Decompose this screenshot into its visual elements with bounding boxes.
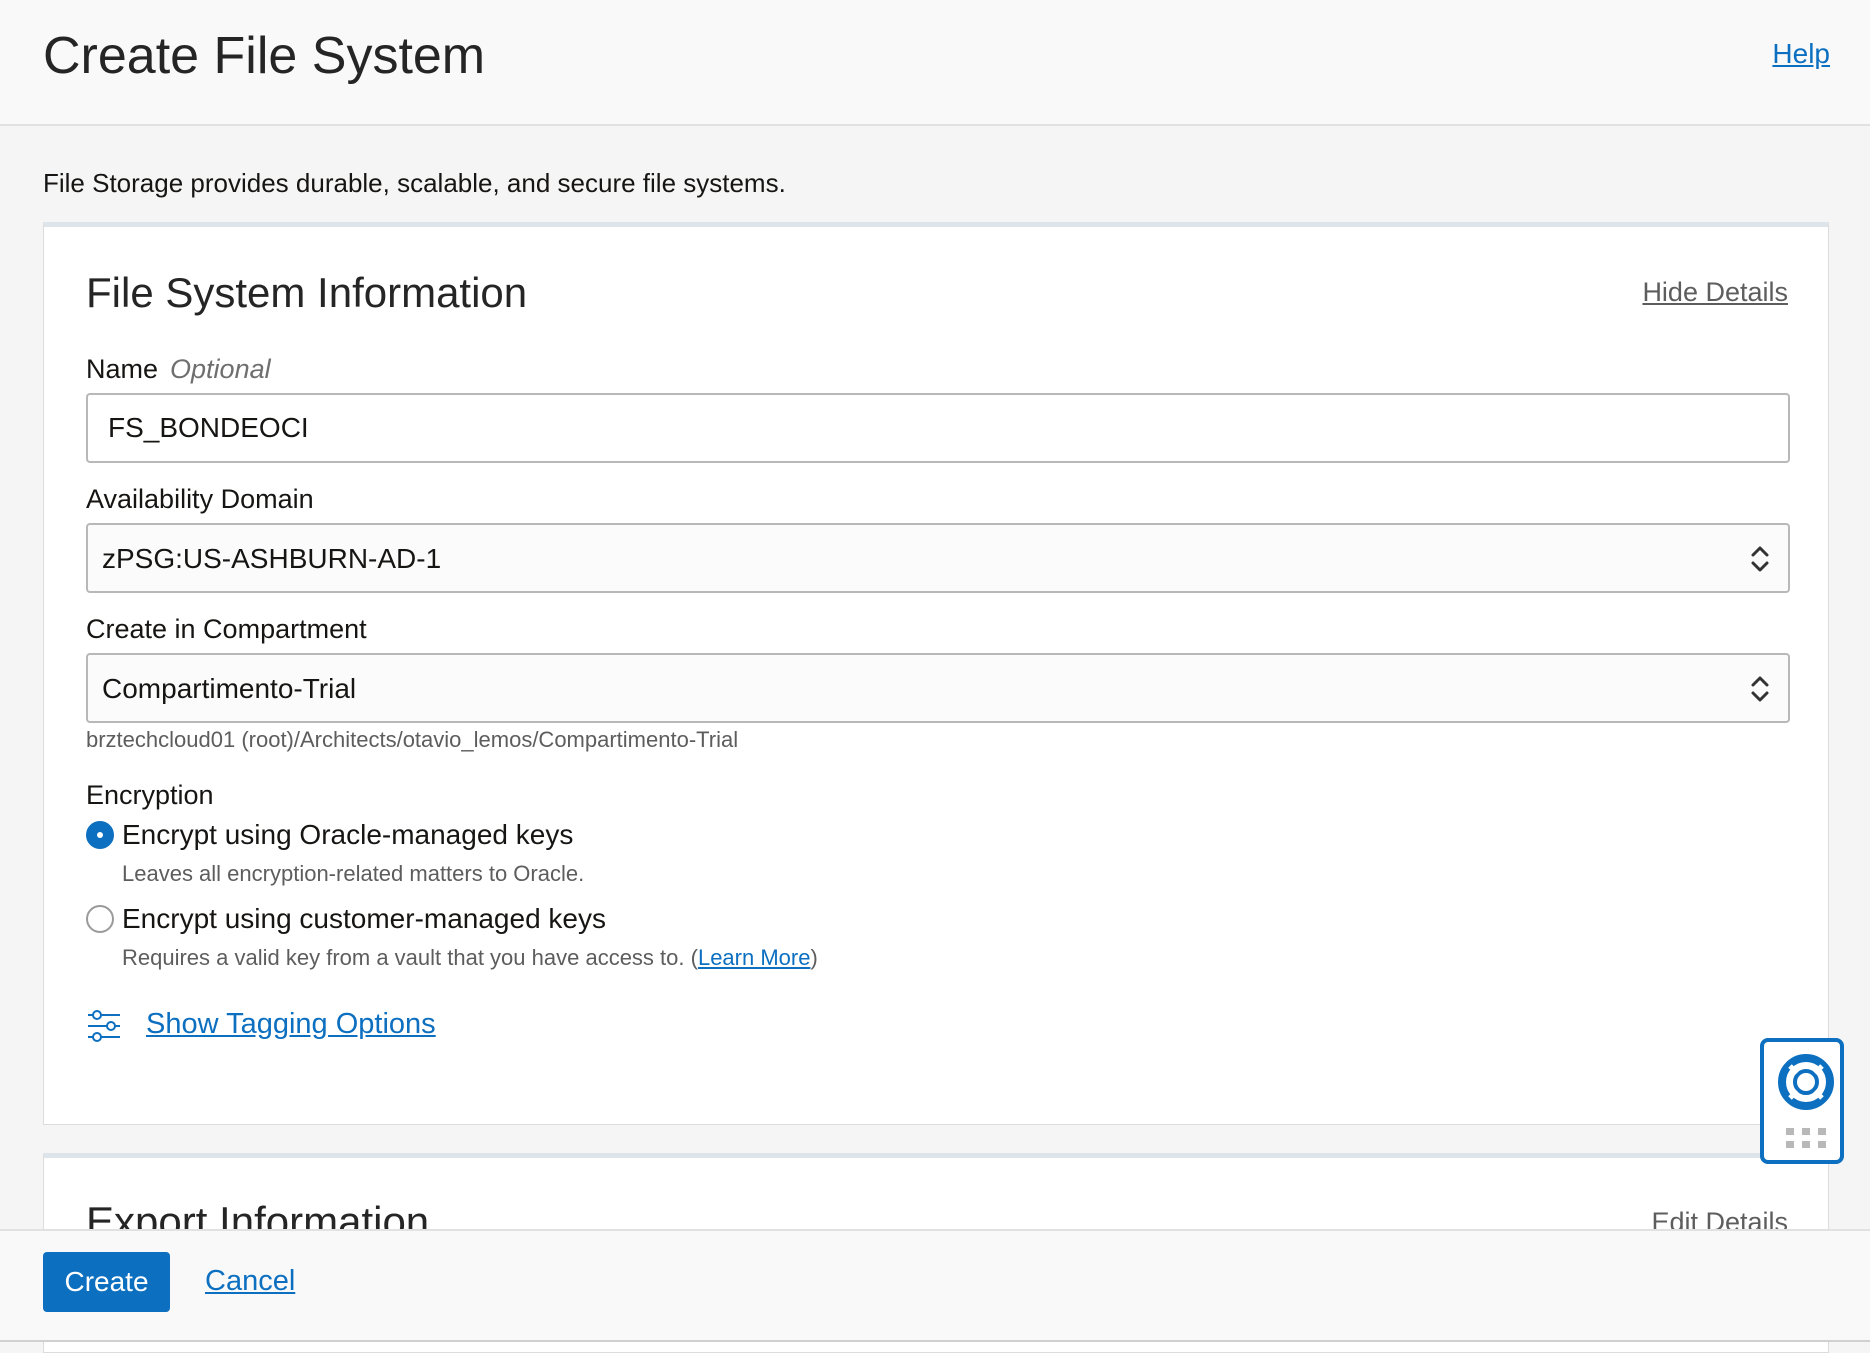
help-widget-button[interactable] bbox=[1760, 1038, 1844, 1164]
file-system-information-panel: File System Information Hide Details Nam… bbox=[43, 222, 1829, 1125]
radio-description-suffix: ) bbox=[810, 945, 818, 970]
cancel-link[interactable]: Cancel bbox=[205, 1265, 295, 1298]
radio-description-text: Requires a valid key from a vault that y… bbox=[122, 945, 698, 970]
compartment-label: Create in Compartment bbox=[86, 614, 367, 644]
learn-more-link[interactable]: Learn More bbox=[698, 945, 811, 970]
compartment-path: brztechcloud01 (root)/Architects/otavio_… bbox=[86, 727, 739, 752]
radio-description: Leaves all encryption-related matters to… bbox=[122, 861, 585, 886]
lifebuoy-icon bbox=[1778, 1054, 1834, 1110]
compartment-value: Compartimento-Trial bbox=[102, 673, 357, 704]
availability-domain-value: zPSG:US-ASHBURN-AD-1 bbox=[102, 543, 442, 574]
encryption-label: Encryption bbox=[86, 780, 214, 810]
footer-actions: Create Cancel bbox=[0, 1229, 1870, 1342]
updown-chevron-icon bbox=[1751, 676, 1769, 702]
help-link[interactable]: Help bbox=[1772, 38, 1830, 70]
name-label-text: Name bbox=[86, 354, 159, 384]
page-description: File Storage provides durable, scalable,… bbox=[43, 168, 786, 198]
name-input[interactable] bbox=[86, 393, 1790, 463]
page-title: Create File System bbox=[43, 27, 486, 85]
compartment-select[interactable]: Compartimento-Trial bbox=[86, 653, 1790, 723]
sliders-icon bbox=[88, 1010, 120, 1042]
page-header: Create File System Help bbox=[0, 0, 1870, 126]
optional-label: Optional bbox=[170, 354, 271, 384]
name-label: Name Optional bbox=[86, 354, 271, 385]
radio-checked[interactable] bbox=[86, 821, 114, 849]
show-tagging-options-label: Show Tagging Options bbox=[146, 1008, 436, 1040]
updown-chevron-icon bbox=[1751, 546, 1769, 572]
radio-description: Requires a valid key from a vault that y… bbox=[122, 945, 818, 971]
create-button[interactable]: Create bbox=[43, 1252, 170, 1312]
grip-icon bbox=[1786, 1128, 1826, 1148]
radio-label: Encrypt using Oracle-managed keys bbox=[122, 819, 574, 850]
hide-details-link[interactable]: Hide Details bbox=[1642, 277, 1788, 308]
section-title: File System Information bbox=[86, 269, 528, 316]
availability-domain-label: Availability Domain bbox=[86, 484, 314, 514]
radio-unchecked[interactable] bbox=[86, 905, 114, 933]
radio-label: Encrypt using customer-managed keys bbox=[122, 903, 606, 934]
availability-domain-select[interactable]: zPSG:US-ASHBURN-AD-1 bbox=[86, 523, 1790, 593]
